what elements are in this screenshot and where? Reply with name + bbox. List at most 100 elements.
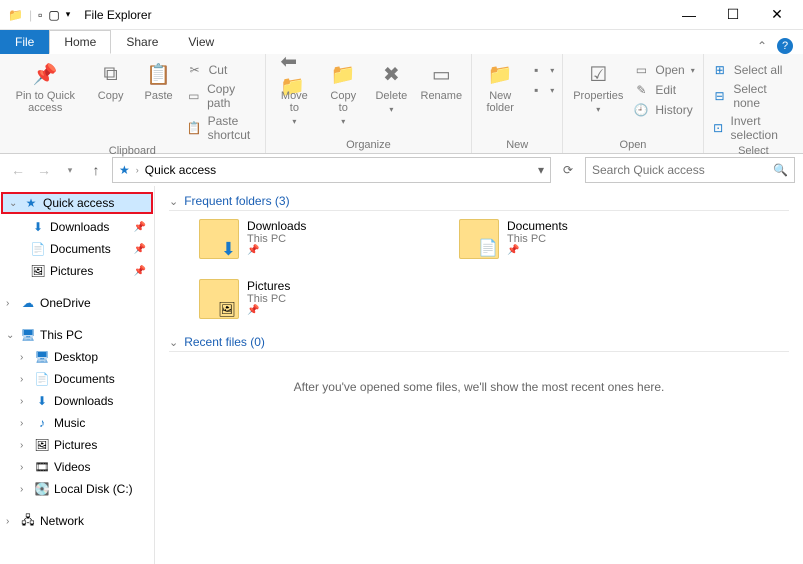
- chevron-right-icon[interactable]: ›: [20, 418, 30, 429]
- chevron-right-icon[interactable]: ›: [6, 516, 16, 527]
- open-button[interactable]: ▭Open▾: [629, 60, 698, 80]
- copy-button[interactable]: ⧉Copy: [87, 56, 135, 106]
- newitem-icon: ▪: [528, 62, 544, 78]
- navigation-row: ← → ▾ ↑ ★ › Quick access ▾ ⟳ 🔍: [0, 154, 803, 186]
- chevron-down-icon: ⌄: [169, 336, 178, 349]
- back-button[interactable]: ←: [8, 160, 28, 180]
- newitem-button[interactable]: ▪▾: [524, 60, 558, 80]
- pin-icon: 📌: [507, 245, 568, 256]
- pasteshortcut-icon: 📋: [187, 120, 202, 136]
- selectnone-button[interactable]: ⊟Select none: [708, 80, 799, 112]
- edit-button[interactable]: ✎Edit: [629, 80, 698, 100]
- easyaccess-button[interactable]: ▪▾: [524, 80, 558, 100]
- sidebar-label: Quick access: [43, 196, 114, 210]
- chevron-down-icon[interactable]: ⌄: [9, 198, 19, 209]
- download-icon: ⬇: [30, 220, 46, 234]
- download-icon: ⬇: [34, 394, 50, 408]
- search-icon[interactable]: 🔍: [773, 163, 788, 177]
- tab-view[interactable]: View: [173, 30, 229, 54]
- sidebar-item-localdisk[interactable]: ›💽Local Disk (C:): [0, 478, 154, 500]
- recent-files-header[interactable]: ⌄ Recent files (0): [169, 335, 789, 352]
- sidebar-item-pictures[interactable]: 🖼Pictures📌: [0, 260, 154, 282]
- documents-icon: 📄: [30, 242, 46, 256]
- quickaccess-star-icon: ★: [119, 163, 130, 177]
- minimize-button[interactable]: —: [679, 5, 699, 25]
- star-icon: ★: [23, 196, 39, 210]
- sidebar-item-thispc[interactable]: ⌄🖥This PC: [0, 324, 154, 346]
- sidebar-label: Music: [54, 416, 85, 430]
- frequent-folders-label: Frequent folders (3): [184, 194, 289, 208]
- open-icon: ▭: [633, 62, 649, 78]
- chevron-right-icon[interactable]: ›: [20, 374, 30, 385]
- help-icon[interactable]: ?: [777, 38, 793, 54]
- tab-file[interactable]: File: [0, 30, 49, 54]
- sidebar-item-pictures2[interactable]: ›🖼Pictures: [0, 434, 154, 456]
- sidebar-item-downloads2[interactable]: ›⬇Downloads: [0, 390, 154, 412]
- pictures-icon: 🖼: [34, 438, 50, 452]
- sidebar-item-videos[interactable]: ›🎞Videos: [0, 456, 154, 478]
- chevron-down-icon[interactable]: ⌄: [6, 330, 16, 341]
- sidebar-item-documents2[interactable]: ›📄Documents: [0, 368, 154, 390]
- history-button[interactable]: 🕘History: [629, 100, 698, 120]
- search-input[interactable]: [592, 163, 773, 177]
- pin-icon: 📌: [134, 222, 146, 233]
- up-button[interactable]: ↑: [86, 160, 106, 180]
- recent-locations-button[interactable]: ▾: [60, 160, 80, 180]
- sidebar-item-music[interactable]: ›♪Music: [0, 412, 154, 434]
- recent-files-label: Recent files (0): [184, 335, 265, 349]
- folder-item[interactable]: DownloadsThis PC📌: [199, 219, 429, 259]
- collapse-ribbon-icon[interactable]: ⌃: [757, 39, 767, 53]
- copyto-button[interactable]: 📁Copy to▾: [319, 56, 367, 132]
- sidebar-item-quickaccess[interactable]: ⌄ ★ Quick access: [1, 192, 153, 214]
- address-dropdown-icon[interactable]: ▾: [538, 163, 544, 177]
- tab-home[interactable]: Home: [49, 30, 111, 54]
- tab-share[interactable]: Share: [111, 30, 173, 54]
- copypath-button[interactable]: ▭Copy path: [183, 80, 261, 112]
- close-button[interactable]: ✕: [767, 5, 787, 25]
- selectall-button[interactable]: ⊞Select all: [708, 60, 799, 80]
- maximize-button[interactable]: ☐: [723, 5, 743, 25]
- onedrive-icon: ☁: [20, 296, 36, 310]
- pasteshortcut-button[interactable]: 📋Paste shortcut: [183, 112, 261, 144]
- folder-icon: [459, 219, 499, 259]
- moveto-button[interactable]: ⬅📁Move to▾: [270, 56, 319, 132]
- chevron-right-icon[interactable]: ›: [20, 396, 30, 407]
- qat-properties-icon[interactable]: ▫: [38, 8, 42, 22]
- chevron-right-icon[interactable]: ›: [20, 462, 30, 473]
- pin-quickaccess-button[interactable]: 📌Pin to Quick access: [4, 56, 87, 118]
- sidebar-label: Videos: [54, 460, 90, 474]
- chevron-right-icon[interactable]: ›: [20, 484, 30, 495]
- sidebar-item-desktop[interactable]: ›🖥Desktop: [0, 346, 154, 368]
- delete-button[interactable]: ✖Delete▾: [367, 56, 415, 120]
- newfolder-button[interactable]: 📁New folder: [476, 56, 524, 118]
- sidebar-label: OneDrive: [40, 296, 91, 310]
- folder-item[interactable]: DocumentsThis PC📌: [459, 219, 689, 259]
- sidebar-item-downloads[interactable]: ⬇Downloads📌: [0, 216, 154, 238]
- search-box[interactable]: 🔍: [585, 157, 795, 183]
- address-bar[interactable]: ★ › Quick access ▾: [112, 157, 551, 183]
- titlebar: 📁 | ▫ ▢ ▾ File Explorer — ☐ ✕: [0, 0, 803, 30]
- copy-icon: ⧉: [97, 60, 125, 88]
- rename-button[interactable]: ▭Rename: [415, 56, 467, 106]
- qat-divider: |: [29, 8, 32, 22]
- qat-dropdown-icon[interactable]: ▾: [66, 9, 71, 20]
- cut-button[interactable]: ✂Cut: [183, 60, 261, 80]
- pictures-icon: 🖼: [30, 264, 46, 278]
- folder-item[interactable]: PicturesThis PC📌: [199, 279, 429, 319]
- invertselection-button[interactable]: ⊡Invert selection: [708, 112, 799, 144]
- sidebar-item-onedrive[interactable]: › ☁ OneDrive: [0, 292, 154, 314]
- chevron-right-icon[interactable]: ›: [6, 298, 16, 309]
- forward-button[interactable]: →: [34, 160, 54, 180]
- properties-button[interactable]: ☑Properties▾: [567, 56, 629, 120]
- sidebar-item-network[interactable]: ›🖧Network: [0, 510, 154, 532]
- paste-button[interactable]: 📋Paste: [135, 56, 183, 106]
- history-icon: 🕘: [633, 102, 649, 118]
- qat-newfolder-icon[interactable]: ▢: [48, 8, 59, 22]
- chevron-right-icon[interactable]: ›: [20, 440, 30, 451]
- chevron-right-icon[interactable]: ›: [20, 352, 30, 363]
- sidebar-label: Network: [40, 514, 84, 528]
- sidebar-label: Documents: [54, 372, 115, 386]
- frequent-folders-header[interactable]: ⌄Frequent folders (3): [169, 194, 789, 211]
- sidebar-item-documents[interactable]: 📄Documents📌: [0, 238, 154, 260]
- refresh-button[interactable]: ⟳: [557, 159, 579, 181]
